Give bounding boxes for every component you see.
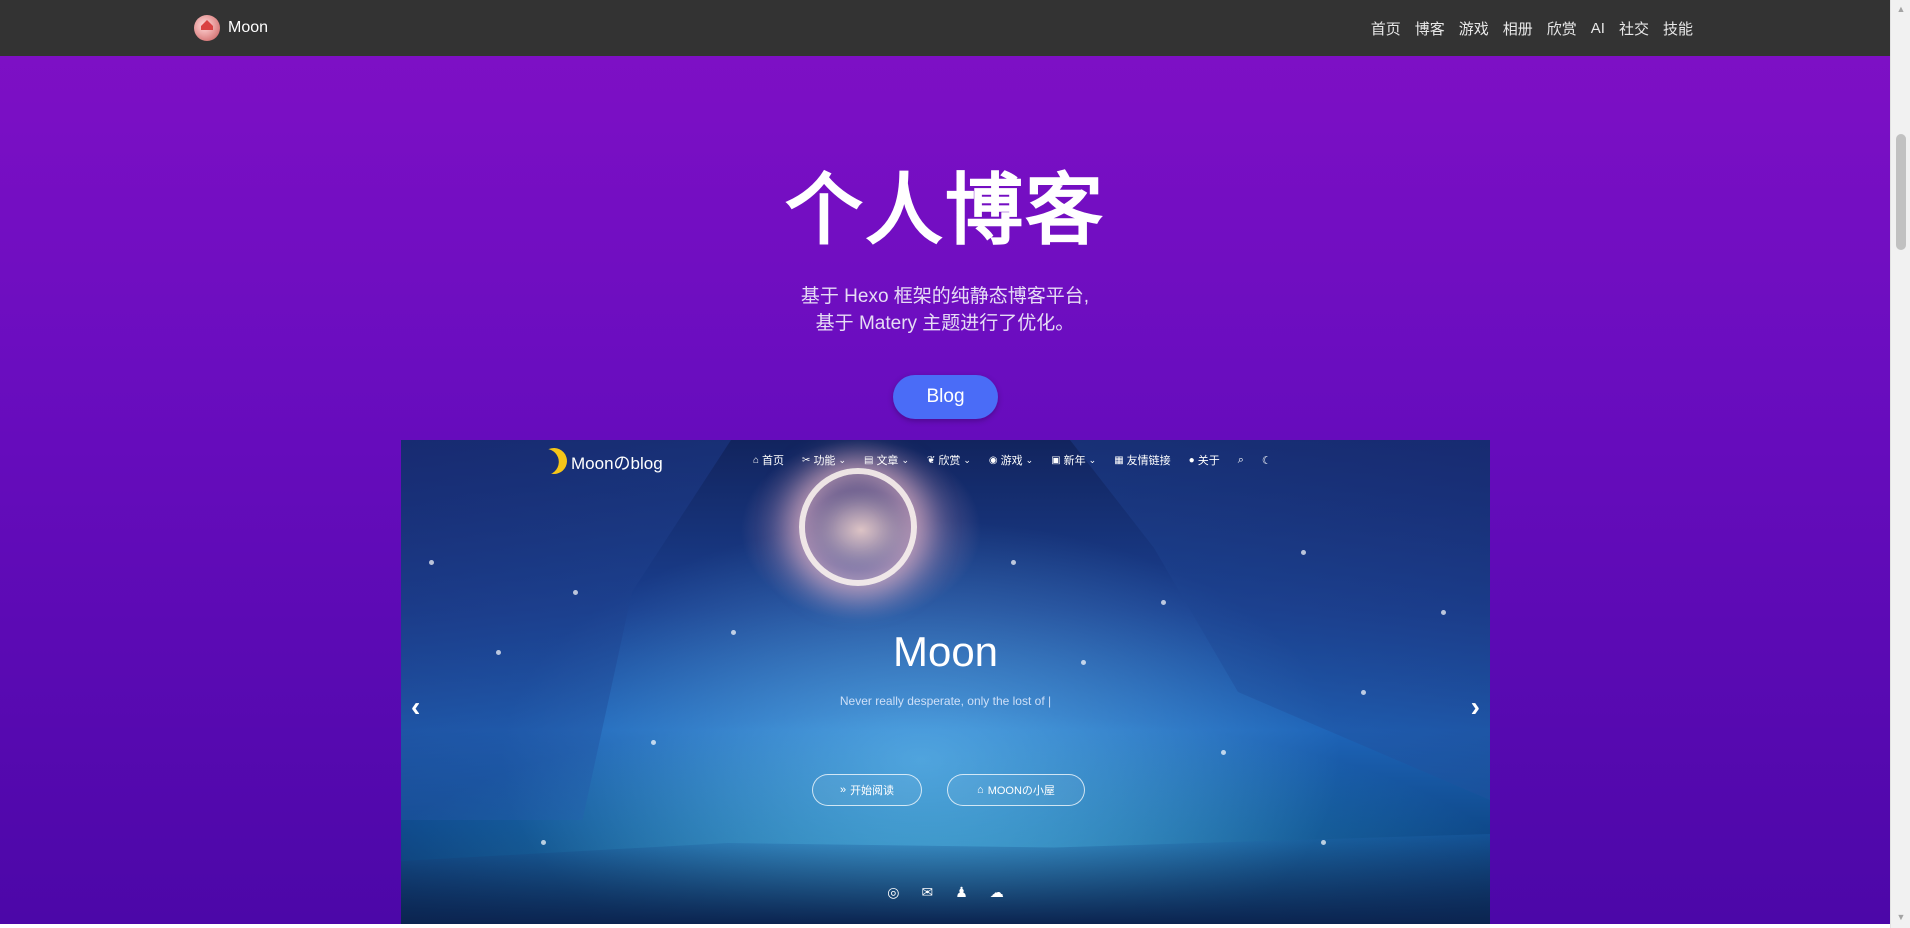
- preview-menu-features-label: 功能: [813, 455, 836, 467]
- ground-decoration: [401, 834, 1490, 924]
- nav-link-games[interactable]: 游戏: [1459, 18, 1489, 39]
- nav-links: 首页 博客 游戏 相册 欣赏 AI 社交 技能: [1371, 0, 1693, 56]
- chevron-down-icon: ⌄: [963, 454, 971, 465]
- nav-link-home[interactable]: 首页: [1371, 18, 1401, 39]
- double-chevron-down-icon: »: [839, 784, 847, 796]
- moon-cabin-label: MOONの小屋: [987, 785, 1055, 797]
- scroll-up-arrow-icon[interactable]: ▲: [1891, 0, 1910, 18]
- page-viewport: Moon 首页 博客 游戏 相册 欣赏 AI 社交 技能 个人博客 基于 Hex…: [0, 0, 1890, 924]
- snow-particle: [1301, 550, 1306, 555]
- brand-name: Moon: [228, 19, 269, 36]
- preview-menu-features[interactable]: ✂ 功能 ⌄: [802, 452, 846, 468]
- preview-menu-new-year-label: 新年: [1063, 455, 1086, 467]
- user-circle-icon: ●: [1188, 454, 1195, 466]
- snow-particle: [651, 740, 656, 745]
- preview-menu-appreciate[interactable]: ❦ 欣赏 ⌄: [927, 452, 971, 468]
- qq-icon[interactable]: ♟: [955, 884, 968, 901]
- hero-subtitle: 基于 Hexo 框架的纯静态博客平台, 基于 Matery 主题进行了优化。: [0, 283, 1890, 337]
- snow-particle: [429, 560, 434, 565]
- preview-menu-home-label: 首页: [762, 455, 785, 467]
- chevron-down-icon: ⌄: [1088, 454, 1097, 465]
- preview-menu-friends-label: 友情链接: [1126, 455, 1171, 467]
- car-icon: ▣: [1051, 454, 1061, 466]
- moon-cabin-button[interactable]: ⌂ MOONの小屋: [947, 774, 1085, 806]
- preview-search-icon[interactable]: ⌕: [1238, 454, 1244, 467]
- hero-subtitle-line-1: 基于 Hexo 框架的纯静态博客平台,: [800, 286, 1090, 307]
- address-book-icon: ▦: [1114, 454, 1124, 466]
- snow-particle: [573, 590, 578, 595]
- chevron-down-icon: ⌄: [1025, 454, 1034, 465]
- preview-menu: ⌂ 首页 ✂ 功能 ⌄ ▤ 文章 ⌄ ❦ 欣赏 ⌄ ◉ 游戏 ⌄ ▣ 新年 ⌄ …: [753, 440, 1272, 480]
- preview-menu-articles[interactable]: ▤ 文章 ⌄: [864, 452, 909, 468]
- scroll-down-arrow-icon[interactable]: ▼: [1891, 908, 1910, 926]
- nav-link-blog[interactable]: 博客: [1415, 18, 1445, 39]
- social-icons: ◎ ✉ ♟ ☁: [401, 884, 1490, 901]
- email-icon[interactable]: ✉: [921, 884, 933, 901]
- mountain-right-decoration: [1070, 440, 1490, 800]
- hero-title: 个人博客: [784, 166, 1105, 254]
- nav-link-social[interactable]: 社交: [1619, 18, 1649, 39]
- preview-menu-articles-label: 文章: [876, 455, 899, 467]
- preview-menu-new-year[interactable]: ▣ 新年 ⌄: [1051, 452, 1096, 468]
- home-icon: ⌂: [753, 454, 760, 466]
- snow-particle: [1011, 560, 1016, 565]
- gamepad-icon: ◉: [988, 454, 998, 466]
- crescent-moon-icon: [537, 444, 570, 477]
- blog-preview-screenshot[interactable]: Moonのblog ⌂ 首页 ✂ 功能 ⌄ ▤ 文章 ⌄ ❦ 欣赏 ⌄ ◉ 游戏…: [401, 440, 1490, 924]
- nav-link-album[interactable]: 相册: [1503, 18, 1533, 39]
- github-icon[interactable]: ◎: [887, 884, 899, 901]
- chevron-down-icon: ⌄: [838, 454, 846, 465]
- wechat-icon[interactable]: ☁: [990, 884, 1004, 901]
- snow-particle: [541, 840, 546, 845]
- preview-menu-appreciate-label: 欣赏: [938, 455, 961, 467]
- preview-navbar: Moonのblog ⌂ 首页 ✂ 功能 ⌄ ▤ 文章 ⌄ ❦ 欣赏 ⌄ ◉ 游戏…: [401, 440, 1490, 480]
- dark-mode-moon-icon[interactable]: ☾: [1262, 454, 1272, 467]
- preview-title: Moon: [892, 628, 999, 675]
- nav-link-appreciate[interactable]: 欣赏: [1547, 18, 1577, 39]
- preview-brand-name: Moonのblog: [571, 453, 663, 473]
- nav-link-ai[interactable]: AI: [1591, 20, 1605, 37]
- chevron-down-icon: ⌄: [901, 454, 909, 465]
- carousel-prev-icon[interactable]: ‹: [411, 692, 420, 722]
- snow-particle: [1161, 600, 1166, 605]
- top-navbar: Moon 首页 博客 游戏 相册 欣赏 AI 社交 技能: [0, 0, 1890, 56]
- preview-menu-about-label: 关于: [1197, 455, 1220, 467]
- carousel-next-icon[interactable]: ›: [1471, 692, 1480, 722]
- snow-particle: [1221, 750, 1226, 755]
- preview-menu-games[interactable]: ◉ 游戏 ⌄: [989, 452, 1033, 468]
- preview-menu-home[interactable]: ⌂ 首页: [753, 452, 784, 468]
- glowing-moon-ring: [799, 468, 917, 586]
- preview-brand[interactable]: Moonのblog: [541, 448, 663, 474]
- nav-link-skills[interactable]: 技能: [1663, 18, 1693, 39]
- tools-icon: ✂: [802, 454, 811, 466]
- book-icon: ▤: [863, 454, 874, 466]
- blog-button[interactable]: Blog: [893, 375, 998, 419]
- start-reading-button[interactable]: » 开始阅读: [812, 774, 922, 806]
- brand-link[interactable]: Moon: [194, 14, 268, 42]
- scrollbar-thumb[interactable]: [1896, 134, 1906, 250]
- snow-particle: [1441, 610, 1446, 615]
- house-logo-icon: [194, 15, 220, 41]
- snow-particle: [1321, 840, 1326, 845]
- preview-menu-about[interactable]: ● 关于: [1189, 452, 1220, 468]
- vertical-scrollbar[interactable]: ▲ ▼: [1890, 0, 1910, 928]
- home-icon: ⌂: [977, 784, 984, 796]
- leaf-icon: ❦: [926, 454, 936, 466]
- hero-subtitle-line-2: 基于 Matery 主题进行了优化。: [815, 313, 1075, 334]
- start-reading-label: 开始阅读: [850, 785, 895, 797]
- preview-menu-games-label: 游戏: [1000, 455, 1023, 467]
- preview-subtitle: Never really desperate, only the lost of…: [839, 694, 1052, 708]
- preview-menu-friends[interactable]: ▦ 友情链接: [1114, 452, 1170, 468]
